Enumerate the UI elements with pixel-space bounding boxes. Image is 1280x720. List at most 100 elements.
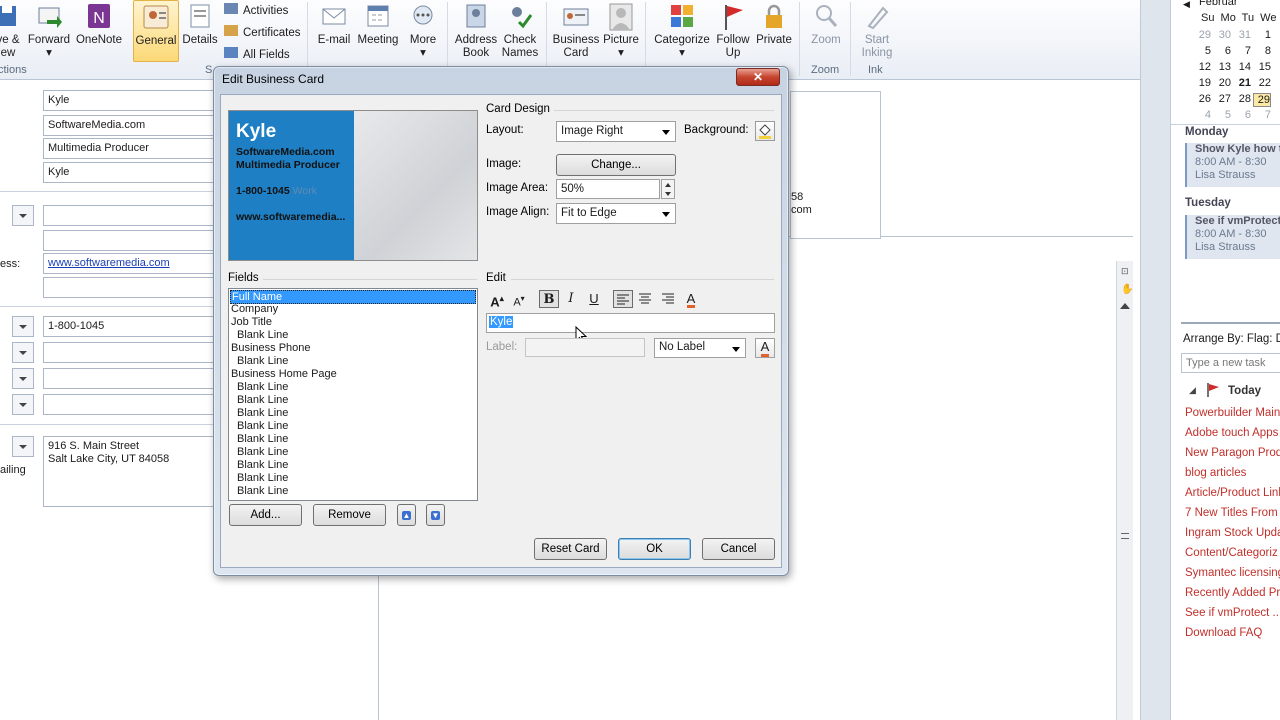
task-item[interactable]: Recently Added Pro [1185, 587, 1280, 599]
save-new-button[interactable]: ve & ew [0, 0, 24, 62]
calendar-day[interactable]: 15 [1253, 61, 1271, 73]
edit-text-input[interactable]: Kyle [486, 313, 775, 333]
italic-icon[interactable]: I [561, 290, 581, 308]
meeting-button[interactable]: Meeting [355, 0, 401, 62]
calendar-day[interactable]: 4 [1193, 109, 1211, 121]
move-down-button[interactable]: ▼ [426, 504, 445, 526]
calendar-day[interactable]: 30 [1213, 29, 1231, 41]
calendar-day[interactable]: 8 [1253, 45, 1271, 57]
field-list-item[interactable]: Business Home Page [231, 368, 337, 381]
reset-card-button[interactable]: Reset Card [534, 538, 607, 560]
underline-icon[interactable]: U [584, 290, 604, 308]
prev-month-button[interactable]: ◀ [1183, 0, 1190, 10]
calendar-day[interactable]: 26 [1193, 93, 1211, 105]
task-item[interactable]: Powerbuilder Main [1185, 407, 1280, 419]
phone-dropdown-2[interactable] [12, 342, 34, 363]
calendar-day[interactable]: 6 [1233, 109, 1251, 121]
calendar-day[interactable]: 21 [1233, 77, 1251, 89]
cancel-button[interactable]: Cancel [702, 538, 775, 560]
move-up-button[interactable]: ▲ [397, 504, 416, 526]
align-right-icon[interactable] [658, 290, 678, 308]
start-inking-button[interactable]: Start Inking [855, 0, 899, 62]
activities-button[interactable]: Activities [224, 0, 301, 22]
field-list-item[interactable]: Business Phone [231, 342, 311, 355]
general-button[interactable]: General [133, 0, 179, 62]
label-input[interactable] [525, 338, 645, 357]
image-align-select[interactable]: Fit to Edge [556, 203, 676, 224]
fields-list[interactable]: Full Name Company Job Title Blank Line Busin… [228, 288, 478, 501]
label-color-button[interactable]: A [755, 338, 775, 358]
email-dropdown[interactable] [12, 205, 34, 226]
font-color-icon[interactable]: A [681, 290, 701, 308]
onenote-button[interactable]: N OneNote [73, 0, 125, 62]
business-card-button[interactable]: Business Card [551, 0, 601, 62]
field-list-item[interactable]: Blank Line [237, 459, 288, 472]
calendar-day[interactable]: 28 [1233, 93, 1251, 105]
calendar-day[interactable]: 7 [1253, 109, 1271, 121]
phone-dropdown-3[interactable] [12, 368, 34, 389]
field-list-item[interactable]: Blank Line [237, 394, 288, 407]
zoom-button[interactable]: Zoom [806, 0, 846, 62]
calendar-day[interactable]: 1 [1253, 29, 1271, 41]
follow-up-button[interactable]: Follow Up [712, 0, 754, 62]
all-fields-button[interactable]: All Fields [224, 44, 301, 66]
grow-font-icon[interactable]: A▴ [487, 290, 507, 309]
task-item[interactable]: See if vmProtect ... [1185, 607, 1280, 619]
arrange-by-header[interactable]: Arrange By: Flag: D [1183, 333, 1280, 345]
fax-field[interactable] [43, 368, 223, 389]
align-left-icon[interactable] [613, 290, 633, 308]
field-list-item[interactable]: Blank Line [237, 472, 288, 485]
image-area-input[interactable]: 50% [556, 179, 660, 199]
file-as-field[interactable]: Kyle [43, 162, 223, 183]
new-task-input[interactable]: Type a new task [1181, 353, 1280, 373]
splitter[interactable] [1140, 0, 1170, 720]
task-item[interactable]: 7 New Titles From I [1185, 507, 1280, 519]
calendar-day[interactable]: 7 [1233, 45, 1251, 57]
field-list-item[interactable]: Job Title [231, 316, 272, 329]
align-center-icon[interactable] [635, 290, 655, 308]
tuesday-appointment[interactable]: See if vmProtect 8:00 AM - 8:30 Lisa Str… [1185, 215, 1280, 259]
calendar-day[interactable]: 6 [1213, 45, 1231, 57]
email-field[interactable] [43, 205, 223, 226]
task-item[interactable]: Adobe touch Apps [1185, 427, 1278, 439]
field-list-item[interactable]: Blank Line [237, 407, 288, 420]
field-list-item[interactable]: Blank Line [237, 355, 288, 368]
web-page-field[interactable]: www.softwaremedia.com [43, 253, 223, 274]
display-as-field[interactable] [43, 230, 223, 251]
notes-scrollbar[interactable]: ⊡ ✋ [1116, 261, 1133, 720]
remove-field-button[interactable]: Remove [313, 504, 386, 526]
spin-up-icon[interactable] [665, 183, 671, 187]
address-dropdown[interactable] [12, 436, 34, 457]
field-list-item[interactable]: Blank Line [237, 420, 288, 433]
field-list-item[interactable]: Full Name [230, 290, 476, 304]
private-button[interactable]: Private [754, 0, 794, 62]
close-button[interactable]: ✕ [736, 68, 780, 86]
picture-button[interactable]: Picture ▾ [601, 0, 641, 62]
calendar-day[interactable]: 27 [1213, 93, 1231, 105]
pan-hand-icon[interactable]: ✋ [1121, 284, 1133, 295]
task-item[interactable]: Download FAQ [1185, 627, 1262, 639]
change-image-button[interactable]: Change... [556, 154, 676, 176]
job-title-field[interactable]: Multimedia Producer [43, 138, 223, 159]
phone-dropdown-4[interactable] [12, 394, 34, 415]
address-field[interactable]: 916 S. Main Street Salt Lake City, UT 84… [43, 436, 223, 507]
calendar-day[interactable]: 5 [1213, 109, 1231, 121]
forward-button[interactable]: Forward ▾ [25, 0, 73, 62]
company-field[interactable]: SoftwareMedia.com [43, 115, 223, 136]
image-area-spinner[interactable] [661, 179, 675, 199]
task-item[interactable]: Article/Product Link [1185, 487, 1280, 499]
check-names-button[interactable]: Check Names [500, 0, 540, 62]
task-item[interactable]: New Paragon Prod [1185, 447, 1280, 459]
ok-button[interactable]: OK [618, 538, 691, 560]
layout-select[interactable]: Image Right [556, 121, 676, 142]
scroll-up-icon[interactable] [1120, 303, 1130, 309]
phone-dropdown[interactable] [12, 316, 34, 337]
zoom-fit-icon[interactable]: ⊡ [1121, 266, 1129, 277]
field-list-item[interactable]: Blank Line [237, 446, 288, 459]
task-item[interactable]: Ingram Stock Upda [1185, 527, 1280, 539]
home-phone-field[interactable] [43, 342, 223, 363]
calendar-day[interactable]: 31 [1233, 29, 1251, 41]
calendar-day[interactable]: 20 [1213, 77, 1231, 89]
certificates-button[interactable]: Certificates [224, 22, 301, 44]
business-phone-field[interactable]: 1-800-1045 [43, 316, 223, 337]
